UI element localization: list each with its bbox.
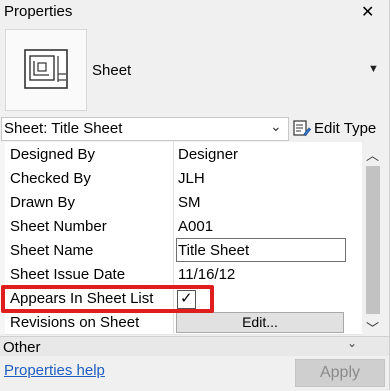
property-value-sheet-number[interactable]: A001 — [178, 218, 213, 235]
scroll-up-icon[interactable]: ︿ — [366, 145, 379, 164]
scrollbar-thumb[interactable] — [366, 166, 380, 314]
category-other-header[interactable] — [0, 336, 390, 357]
property-value-sheet-issue-date[interactable]: 11/16/12 — [178, 266, 235, 283]
property-name-drawn-by: Drawn By — [10, 194, 76, 211]
sheet-name-input-value[interactable]: Title Sheet — [178, 242, 249, 259]
property-name-designed-by: Designed By — [10, 146, 96, 163]
property-value-checked-by[interactable]: JLH — [178, 170, 205, 187]
apply-button[interactable]: Apply — [295, 359, 385, 387]
property-name-checked-by: Checked By — [10, 170, 91, 187]
revisions-edit-button[interactable]: Edit... — [176, 312, 344, 333]
property-name-sheet-issue-date: Sheet Issue Date — [10, 266, 126, 283]
property-value-drawn-by[interactable]: SM — [178, 194, 201, 211]
property-name-sheet-name: Sheet Name — [10, 242, 94, 259]
sheet-icon — [24, 49, 68, 89]
category-other-label[interactable]: Other — [3, 339, 41, 356]
panel-title: Properties — [4, 3, 73, 20]
chevron-down-icon[interactable]: ⌄ — [270, 118, 282, 135]
close-icon[interactable]: ✕ — [361, 2, 374, 22]
highlight-annotation — [1, 285, 214, 313]
edit-type-label[interactable]: Edit Type — [314, 120, 376, 137]
properties-help-link[interactable]: Properties help — [4, 362, 105, 379]
type-preview — [5, 29, 87, 111]
property-name-revisions-on-sheet: Revisions on Sheet — [10, 314, 140, 331]
expand-chevron-icon[interactable]: ⌄ — [347, 336, 357, 350]
property-value-designed-by[interactable]: Designer — [178, 146, 238, 163]
type-name[interactable]: Sheet — [92, 62, 131, 79]
edit-type-icon — [293, 120, 312, 137]
property-name-sheet-number: Sheet Number — [10, 218, 107, 235]
instance-filter-value[interactable]: Sheet: Title Sheet — [4, 120, 122, 137]
scroll-down-icon[interactable]: ﹀ — [366, 318, 379, 337]
type-dropdown-icon[interactable]: ▼ — [368, 63, 379, 75]
